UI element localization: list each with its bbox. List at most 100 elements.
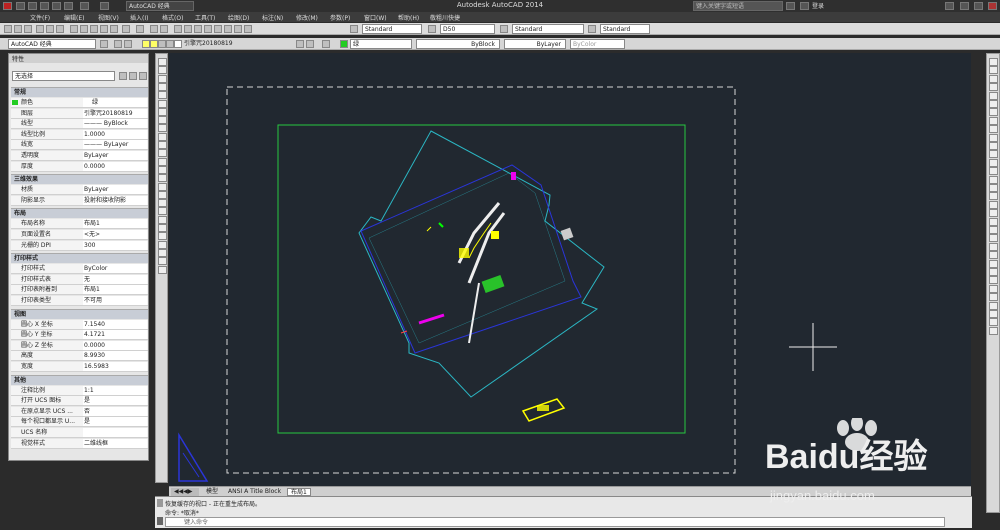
- search-input[interactable]: 键入关键字或短语: [693, 1, 783, 11]
- property-row[interactable]: 光栅的 DPI 300: [11, 240, 148, 251]
- property-row[interactable]: 视觉样式 二维线框: [11, 438, 148, 449]
- modify-tool-icon[interactable]: [989, 276, 998, 285]
- property-value[interactable]: ByLayer: [83, 185, 147, 195]
- modify-tool-icon[interactable]: [989, 100, 998, 108]
- draw-tool-icon[interactable]: [158, 82, 167, 91]
- property-row[interactable]: 线宽 ——— ByLayer: [11, 140, 148, 151]
- property-value[interactable]: 二维线框: [83, 438, 147, 448]
- modify-tool-icon[interactable]: [989, 192, 998, 201]
- menu-express[interactable]: 敬粗川快捷: [430, 13, 460, 22]
- property-value[interactable]: 0.0000: [83, 161, 147, 171]
- make-current-icon[interactable]: [296, 40, 304, 48]
- property-row[interactable]: 注释比例 1:1: [11, 385, 148, 396]
- layer-previous-icon[interactable]: [306, 40, 314, 48]
- property-value[interactable]: ByLayer: [83, 151, 147, 160]
- draw-tool-icon[interactable]: [158, 190, 167, 199]
- zoom-previous-icon[interactable]: [174, 25, 182, 33]
- layer-properties-icon[interactable]: [114, 40, 122, 48]
- property-value[interactable]: [83, 428, 147, 437]
- modify-tool-icon[interactable]: [989, 167, 998, 176]
- property-value[interactable]: 绿: [83, 98, 147, 107]
- modify-tool-icon[interactable]: [989, 116, 998, 125]
- modify-tool-icon[interactable]: [989, 284, 998, 293]
- property-value[interactable]: 不可用: [83, 296, 147, 305]
- property-value[interactable]: 4.1721: [83, 330, 147, 340]
- section-header[interactable]: 打印样式: [11, 253, 148, 264]
- menu-modify[interactable]: 修改(M): [296, 13, 318, 22]
- close-button[interactable]: [988, 2, 997, 10]
- tab-title-block[interactable]: ANSI A Title Block: [225, 488, 284, 496]
- property-row[interactable]: 圆心 Y 坐标 4.1721: [11, 330, 148, 341]
- modify-tool-icon[interactable]: [989, 200, 998, 209]
- draw-tool-icon[interactable]: [158, 224, 167, 232]
- menu-file[interactable]: 文件(F): [30, 13, 50, 22]
- text-style-dropdown[interactable]: Standard: [362, 24, 422, 34]
- draw-tool-icon[interactable]: [158, 174, 167, 183]
- new-icon[interactable]: [4, 25, 12, 33]
- draw-tool-icon[interactable]: [158, 116, 167, 125]
- property-row[interactable]: 线型 ——— ByBlock: [11, 119, 148, 130]
- draw-tool-icon[interactable]: [158, 99, 167, 108]
- print-icon[interactable]: [166, 40, 174, 48]
- draw-tool-icon[interactable]: [158, 66, 167, 75]
- property-value[interactable]: 1.0000: [83, 129, 147, 139]
- property-value[interactable]: 1:1: [83, 385, 147, 395]
- tool-palette-icon[interactable]: [204, 25, 212, 33]
- maximize-button[interactable]: [974, 2, 983, 10]
- draw-tool-icon[interactable]: [158, 207, 167, 216]
- table-style-dropdown[interactable]: Standard: [512, 24, 584, 34]
- layer-match-icon[interactable]: [322, 40, 330, 48]
- close-icon[interactable]: [157, 499, 163, 507]
- modify-tool-icon[interactable]: [989, 74, 998, 83]
- save-icon[interactable]: [24, 25, 32, 33]
- linetype-dropdown[interactable]: ByBlock: [416, 39, 500, 49]
- property-row[interactable]: 圆心 Z 坐标 0.0000: [11, 340, 148, 351]
- modify-tool-icon[interactable]: [989, 242, 998, 251]
- viewport-frame[interactable]: [277, 124, 686, 434]
- help-icon[interactable]: [945, 2, 954, 10]
- draw-tool-icon[interactable]: [158, 157, 167, 166]
- help-icon[interactable]: [244, 25, 252, 33]
- menu-edit[interactable]: 编辑(E): [64, 13, 84, 22]
- property-row[interactable]: 图层 引擎咒20180819: [11, 108, 148, 119]
- property-value[interactable]: 7.1540: [83, 319, 147, 329]
- properties-icon[interactable]: [184, 25, 192, 33]
- layer-state-icon[interactable]: [124, 40, 132, 48]
- plot-icon[interactable]: [36, 25, 44, 33]
- modify-tool-icon[interactable]: [989, 91, 998, 100]
- modify-tool-icon[interactable]: [989, 175, 998, 184]
- draw-tool-icon[interactable]: [158, 232, 167, 241]
- modify-tool-icon[interactable]: [989, 226, 998, 234]
- markup-icon[interactable]: [224, 25, 232, 33]
- menu-parametric[interactable]: 参数(P): [330, 13, 350, 22]
- property-value[interactable]: 300: [83, 240, 147, 250]
- block-editor-icon[interactable]: [110, 25, 118, 33]
- modify-tool-icon[interactable]: [989, 293, 998, 302]
- modify-tool-icon[interactable]: [989, 66, 998, 75]
- property-value[interactable]: ——— ByBlock: [83, 119, 147, 129]
- plotstyle-dropdown[interactable]: ByColor: [570, 39, 625, 49]
- menu-dimension[interactable]: 标注(N): [262, 13, 283, 22]
- draw-tool-icon[interactable]: [158, 182, 167, 191]
- modify-tool-icon[interactable]: [989, 318, 998, 327]
- modify-tool-icon[interactable]: [989, 125, 998, 134]
- sheet-set-icon[interactable]: [214, 25, 222, 33]
- layer-dropdown[interactable]: 引擎咒20180819: [182, 39, 292, 49]
- toggle-pickadd-icon[interactable]: [119, 72, 127, 80]
- modify-tool-icon[interactable]: [989, 209, 998, 218]
- match-prop-icon[interactable]: [100, 25, 108, 33]
- draw-tool-icon[interactable]: [158, 74, 167, 83]
- modify-tool-icon[interactable]: [989, 133, 998, 142]
- user-icon[interactable]: [800, 2, 809, 10]
- property-value[interactable]: 布局1: [83, 219, 147, 229]
- property-value[interactable]: 否: [83, 406, 147, 416]
- modify-tool-icon[interactable]: [989, 150, 998, 159]
- quick-select-icon[interactable]: [139, 72, 147, 80]
- property-value[interactable]: 引擎咒20180819: [83, 108, 147, 118]
- property-value[interactable]: 16.5983: [83, 362, 147, 371]
- redo-icon[interactable]: [136, 25, 144, 33]
- color-dropdown[interactable]: 绿: [350, 39, 412, 49]
- section-header[interactable]: 视图: [11, 308, 148, 319]
- lineweight-dropdown[interactable]: ByLayer: [504, 39, 566, 49]
- draw-tool-icon[interactable]: [158, 215, 167, 224]
